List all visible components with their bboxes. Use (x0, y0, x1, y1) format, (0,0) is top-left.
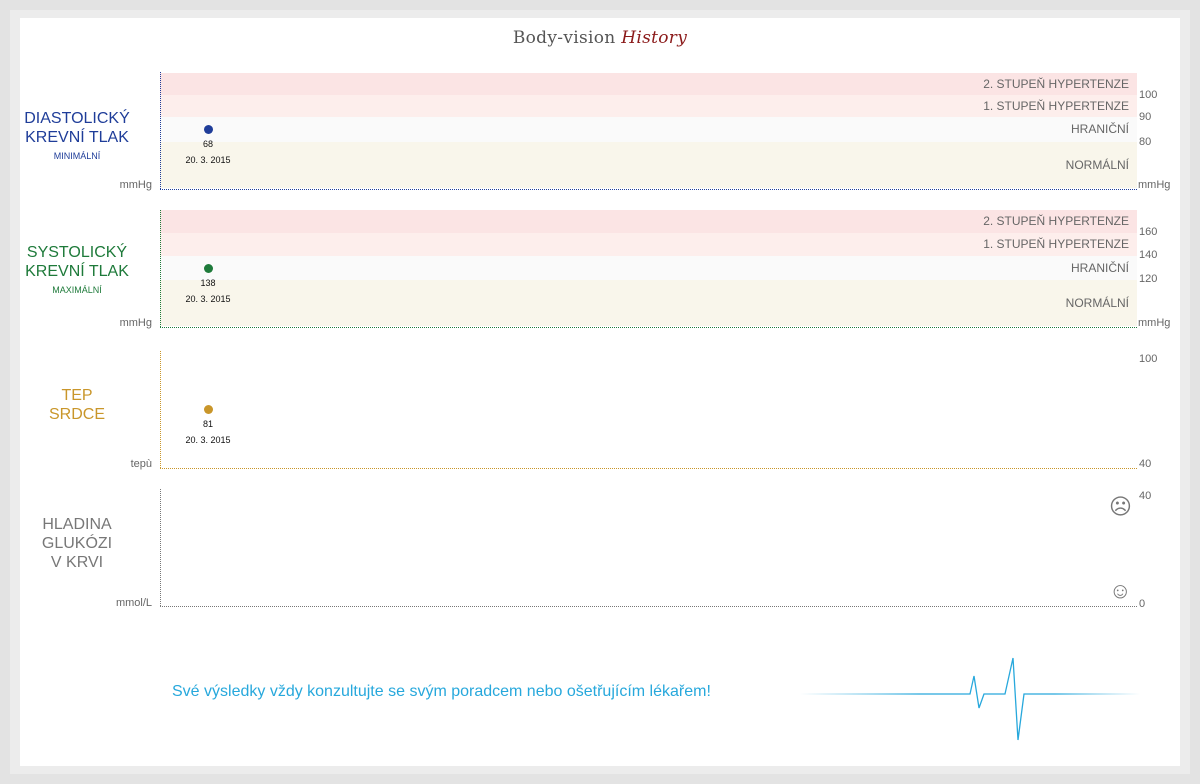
reading-value: 81 (202, 419, 213, 429)
unit-label-left: tepù (130, 458, 152, 470)
tick-label: 100 (1139, 89, 1158, 101)
section-title: DIASTOLICKÝ KREVNÍ TLAK MINIMÁLNÍ (24, 110, 130, 161)
tick-label: 90 (1139, 111, 1152, 123)
consult-doctor-message: Své výsledky vždy konzultujte se svým po… (172, 683, 711, 700)
tick-label: 120 (1139, 273, 1158, 285)
x-axis-line (160, 606, 1137, 607)
ecg-line-icon (800, 657, 1140, 741)
unit-label-left: mmHg (119, 317, 152, 329)
reading-point[interactable] (204, 405, 213, 414)
tick-label: 40 (1139, 490, 1152, 502)
tick-label: 100 (1139, 353, 1158, 365)
tick-label: 80 (1139, 136, 1152, 148)
x-axis-line (160, 327, 1137, 328)
section-title: SYSTOLICKÝ KREVNÍ TLAK MAXIMÁLNÍ (25, 244, 129, 295)
reading-date: 20. 3. 2015 (185, 294, 231, 304)
y-axis-line (160, 210, 161, 327)
y-axis-line (160, 351, 161, 468)
smiley-face-icon: ☺ (1109, 578, 1132, 603)
reading-value: 68 (202, 139, 213, 149)
tick-label: 40 (1139, 458, 1152, 470)
zone-normal: NORMÁLNÍ (160, 280, 1137, 326)
page-title: Body-vision History (512, 28, 688, 48)
section-title: TEP SRDCE (48, 387, 105, 423)
reading-point[interactable] (204, 264, 213, 273)
zone-borderline: HRANIČNÍ (160, 256, 1137, 280)
unit-label-left: mmol/L (115, 597, 152, 609)
zone-hypertension-1: 1. STUPEŇ HYPERTENZE (160, 95, 1137, 117)
reading-date: 20. 3. 2015 (185, 155, 231, 165)
tick-label: 160 (1139, 226, 1158, 238)
zone-borderline: HRANIČNÍ (160, 117, 1137, 142)
unit-label-right: mmHg (1138, 179, 1171, 191)
zone-hypertension-2: 2. STUPEŇ HYPERTENZE (160, 210, 1137, 233)
y-axis-line (160, 72, 161, 189)
zone-normal: NORMÁLNÍ (160, 142, 1137, 188)
reading-value: 138 (200, 278, 216, 288)
unit-label-right: mmHg (1138, 317, 1171, 329)
zone-hypertension-1: 1. STUPEŇ HYPERTENZE (160, 233, 1137, 256)
section-title: HLADINA GLUKÓZI V KRVI (41, 516, 113, 571)
x-axis-line (160, 189, 1137, 190)
tick-label: 0 (1139, 598, 1146, 610)
tick-label: 140 (1139, 249, 1158, 261)
y-axis-line (160, 489, 161, 606)
reading-point[interactable] (204, 125, 213, 134)
zone-hypertension-2: 2. STUPEŇ HYPERTENZE (160, 73, 1137, 95)
sad-face-icon: ☹ (1109, 494, 1132, 519)
reading-date: 20. 3. 2015 (185, 435, 231, 445)
x-axis-line (160, 468, 1137, 469)
unit-label-left: mmHg (119, 179, 152, 191)
